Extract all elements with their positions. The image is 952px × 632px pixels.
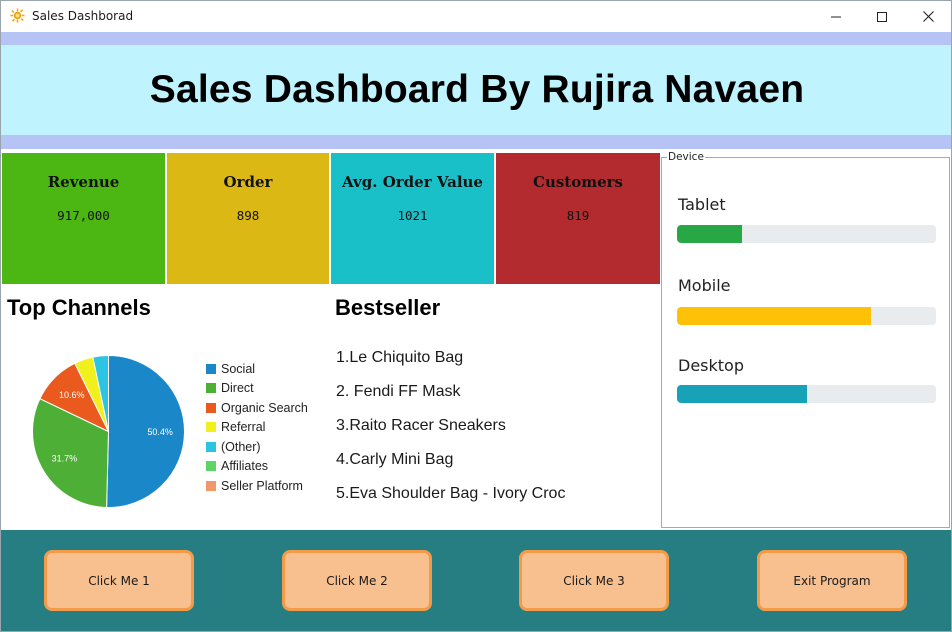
- legend-item-referral: Referral: [206, 418, 308, 438]
- legend-label: Organic Search: [221, 400, 308, 415]
- device-group-label: Device: [667, 151, 705, 163]
- page-title: Sales Dashboard By Rujira Navaen: [149, 68, 805, 111]
- legend-swatch: [206, 402, 216, 413]
- kpi-value: 917,000: [57, 208, 110, 223]
- top-channels-pie-chart: 50.4% 31.7% 10.6%: [32, 354, 185, 508]
- legend-swatch: [206, 480, 216, 491]
- legend-item-social: Social: [206, 359, 308, 379]
- device-label-mobile: Mobile: [678, 276, 731, 295]
- click-me-3-button[interactable]: Click Me 3: [519, 550, 669, 611]
- legend-item-seller-platform: Seller Platform: [206, 476, 308, 496]
- kpi-label: Customers: [533, 173, 623, 191]
- tablet-progress-bar: [677, 225, 936, 243]
- header-banner: Sales Dashboard By Rujira Navaen: [1, 45, 951, 135]
- maximize-icon: [877, 11, 887, 22]
- legend-swatch: [206, 383, 216, 394]
- kpi-label: Order: [223, 173, 273, 191]
- minimize-button[interactable]: [813, 1, 859, 32]
- kpi-label: Revenue: [47, 173, 120, 191]
- exit-program-button[interactable]: Exit Program: [757, 550, 907, 611]
- kpi-card-order: Order 898: [167, 153, 329, 284]
- list-item: 2. Fendi FF Mask: [336, 383, 461, 400]
- legend-item-other: (Other): [206, 437, 308, 457]
- legend-item-organic-search: Organic Search: [206, 398, 308, 418]
- kpi-label: Avg. Order Value: [342, 173, 483, 191]
- progress-fill: [677, 225, 742, 243]
- bestseller-list: 1.Le Chiquito Bag 2. Fendi FF Mask 3.Rai…: [336, 346, 565, 516]
- click-me-1-button[interactable]: Click Me 1: [44, 550, 194, 611]
- close-icon: [922, 11, 934, 22]
- bestseller-title: Bestseller: [335, 295, 441, 320]
- list-item: 3.Raito Racer Sneakers: [336, 417, 506, 434]
- header-band-top: [1, 32, 951, 45]
- legend-item-affiliates: Affiliates: [206, 457, 308, 477]
- legend-swatch: [206, 461, 216, 472]
- kpi-card-avg-order-value: Avg. Order Value 1021: [331, 153, 494, 284]
- kpi-card-customers: Customers 819: [496, 153, 660, 284]
- legend-swatch: [206, 363, 216, 374]
- list-item: 4.Carly Mini Bag: [336, 451, 454, 468]
- pie-legend: Social Direct Organic Search Referral (O…: [206, 359, 308, 496]
- app-window: Sales Dashborad Sales Dashboard By Rujir…: [0, 0, 952, 632]
- legend-swatch: [206, 441, 216, 452]
- pie-data-label: 50.4%: [147, 427, 173, 437]
- header-band-bottom: [1, 135, 951, 149]
- legend-label: Affiliates: [221, 459, 269, 474]
- legend-label: Seller Platform: [221, 478, 303, 493]
- kpi-card-revenue: Revenue 917,000: [2, 153, 165, 284]
- list-item: 1.Le Chiquito Bag: [336, 349, 464, 366]
- legend-label: Social: [221, 361, 256, 376]
- pie-data-label: 31.7%: [52, 454, 78, 464]
- list-item: 5.Eva Shoulder Bag - Ivory Croc: [336, 485, 566, 502]
- kpi-value: 819: [566, 208, 590, 223]
- close-button[interactable]: [905, 1, 951, 32]
- device-label-desktop: Desktop: [678, 356, 744, 375]
- legend-swatch: [206, 422, 216, 433]
- kpi-value: 898: [236, 208, 260, 223]
- window-title: Sales Dashborad: [32, 9, 134, 23]
- top-channels-title: Top Channels: [7, 295, 151, 320]
- title-bar: Sales Dashborad: [1, 1, 951, 32]
- progress-fill: [677, 385, 807, 403]
- legend-label: Direct: [221, 381, 254, 396]
- legend-label: Referral: [221, 420, 266, 435]
- minimize-icon: [831, 16, 841, 17]
- pie-data-label: 10.6%: [59, 390, 85, 400]
- kpi-value: 1021: [397, 208, 428, 223]
- mobile-progress-bar: [677, 307, 936, 325]
- legend-item-direct: Direct: [206, 379, 308, 399]
- progress-fill: [677, 307, 872, 325]
- legend-label: (Other): [221, 439, 261, 454]
- desktop-progress-bar: [677, 385, 936, 403]
- app-icon: [10, 8, 25, 23]
- click-me-2-button[interactable]: Click Me 2: [282, 550, 432, 611]
- maximize-button[interactable]: [859, 1, 905, 32]
- device-label-tablet: Tablet: [678, 195, 726, 214]
